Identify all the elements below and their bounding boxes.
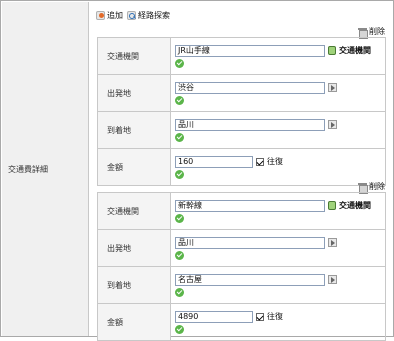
transport-input[interactable]: 新幹線 <box>175 199 325 212</box>
train-icon <box>328 46 336 55</box>
departure-input[interactable]: 渋谷 <box>175 81 325 94</box>
check-ok-icon <box>175 324 184 334</box>
entry-table-1: 交通機関 JR山手線 交通機関 出発地 渋谷 到着地 品川 金額 160 往復 <box>97 37 386 186</box>
transport-row: 交通機関 JR山手線 交通機関 <box>97 37 386 75</box>
amount-input[interactable]: 160 <box>175 155 253 168</box>
arrival-label: 到着地 <box>97 111 171 149</box>
station-picker-arrow-icon[interactable] <box>328 238 337 247</box>
train-icon <box>328 201 336 210</box>
add-button[interactable]: 追加 <box>96 10 123 21</box>
add-label: 追加 <box>107 10 123 20</box>
arrival-row: 到着地 品川 <box>97 111 386 149</box>
amount-label: 金額 <box>97 303 171 341</box>
amount-row: 金額 4890 往復 <box>97 303 386 341</box>
expense-detail-panel: 交通費詳細 追加 経路探索 削除 交通機関 JR山手線 交通機関 出発地 渋谷 … <box>0 0 394 341</box>
departure-input[interactable]: 品川 <box>175 236 325 249</box>
roundtrip-checkbox[interactable] <box>256 312 264 321</box>
transport-row: 交通機関 新幹線 交通機関 <box>97 192 386 230</box>
check-ok-icon <box>175 58 184 68</box>
departure-label: 出発地 <box>97 74 171 112</box>
trash-icon <box>358 182 368 194</box>
station-picker-arrow-icon[interactable] <box>328 83 337 92</box>
roundtrip-checkbox[interactable] <box>256 157 264 166</box>
station-picker-arrow-icon[interactable] <box>328 120 337 129</box>
arrival-row: 到着地 名古屋 <box>97 266 386 304</box>
delete-label: 削除 <box>369 182 385 191</box>
transport-label: 交通機関 <box>97 37 171 75</box>
arrival-input[interactable]: 名古屋 <box>175 273 325 286</box>
amount-row: 金額 160 往復 <box>97 148 386 186</box>
section-label-column: 交通費詳細 <box>2 2 89 336</box>
route-search-button[interactable]: 経路探索 <box>127 10 170 21</box>
section-label: 交通費詳細 <box>8 165 48 174</box>
entry-table-2: 交通機関 新幹線 交通機関 出発地 品川 到着地 名古屋 金額 4890 往復 <box>97 192 386 341</box>
delete-button-2[interactable]: 削除 <box>358 181 385 194</box>
check-ok-icon <box>175 95 184 105</box>
roundtrip-label: 往復 <box>267 157 283 166</box>
delete-label: 削除 <box>369 27 385 36</box>
roundtrip-label: 往復 <box>267 312 283 321</box>
entries-area: 追加 経路探索 削除 交通機関 JR山手線 交通機関 出発地 渋谷 到着地 品川… <box>90 2 393 341</box>
check-ok-icon <box>175 132 184 142</box>
check-ok-icon <box>175 287 184 297</box>
route-search-label: 経路探索 <box>138 10 170 20</box>
station-picker-arrow-icon[interactable] <box>328 275 337 284</box>
transport-select-link[interactable]: 交通機関 <box>339 45 371 56</box>
departure-row: 出発地 品川 <box>97 229 386 267</box>
top-actions: 追加 経路探索 <box>96 8 170 22</box>
amount-label: 金額 <box>97 148 171 186</box>
add-icon <box>96 10 105 20</box>
check-ok-icon <box>175 213 184 223</box>
transport-select-link[interactable]: 交通機関 <box>339 200 371 211</box>
transport-input[interactable]: JR山手線 <box>175 44 325 57</box>
arrival-input[interactable]: 品川 <box>175 118 325 131</box>
transport-label: 交通機関 <box>97 192 171 230</box>
trash-icon <box>358 27 368 39</box>
departure-label: 出発地 <box>97 229 171 267</box>
search-icon <box>127 10 136 20</box>
arrival-label: 到着地 <box>97 266 171 304</box>
check-ok-icon <box>175 250 184 260</box>
amount-input[interactable]: 4890 <box>175 310 253 323</box>
delete-button-1[interactable]: 削除 <box>358 26 385 39</box>
departure-row: 出発地 渋谷 <box>97 74 386 112</box>
check-ok-icon <box>175 169 184 179</box>
